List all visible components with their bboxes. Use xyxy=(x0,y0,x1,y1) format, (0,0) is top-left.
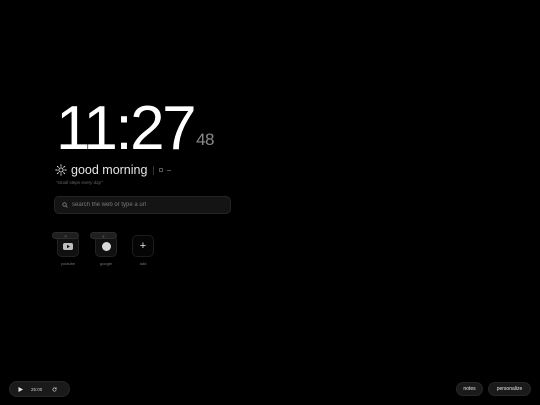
clock-seconds: 48 xyxy=(196,130,214,149)
shortcut-youtube[interactable]: yt youtube xyxy=(52,232,82,266)
dash-icon[interactable] xyxy=(167,169,172,171)
shortcut-label: youtube xyxy=(60,261,76,266)
play-icon[interactable] xyxy=(18,386,23,392)
greeting: good morning xyxy=(55,163,172,177)
edit-icon[interactable] xyxy=(159,168,164,172)
greeting-controls[interactable] xyxy=(153,165,172,175)
shortcut-label: google xyxy=(99,261,112,266)
shortcut-tooltip: g xyxy=(90,232,117,239)
tagline: "small steps every day" xyxy=(56,180,103,185)
notes-button[interactable]: notes xyxy=(456,382,483,396)
clock: 11:27 48 xyxy=(56,98,214,160)
timer-time: 25:00 xyxy=(31,386,43,392)
greeting-text: good morning xyxy=(71,163,148,177)
new-tab-page: 11:27 48 good morning "small steps every… xyxy=(0,0,540,405)
youtube-icon xyxy=(63,242,73,250)
google-icon xyxy=(101,241,111,251)
divider xyxy=(153,165,155,175)
add-shortcut-button[interactable]: + xyxy=(132,235,154,257)
search-icon xyxy=(62,202,68,208)
shortcut-label: add xyxy=(139,261,147,266)
shortcut-google[interactable]: g google xyxy=(90,232,120,266)
shortcut-tooltip: yt xyxy=(52,232,79,239)
search-bar[interactable] xyxy=(54,196,231,214)
focus-timer: 25:00 xyxy=(9,381,70,397)
shortcut-add[interactable]: + add xyxy=(129,232,157,266)
search-input[interactable] xyxy=(72,202,222,208)
reset-icon[interactable] xyxy=(52,386,57,392)
plus-icon: + xyxy=(139,239,147,252)
personalize-button[interactable]: personalize xyxy=(488,382,531,396)
sun-icon xyxy=(55,164,67,176)
clock-time: 11:27 xyxy=(56,94,197,163)
